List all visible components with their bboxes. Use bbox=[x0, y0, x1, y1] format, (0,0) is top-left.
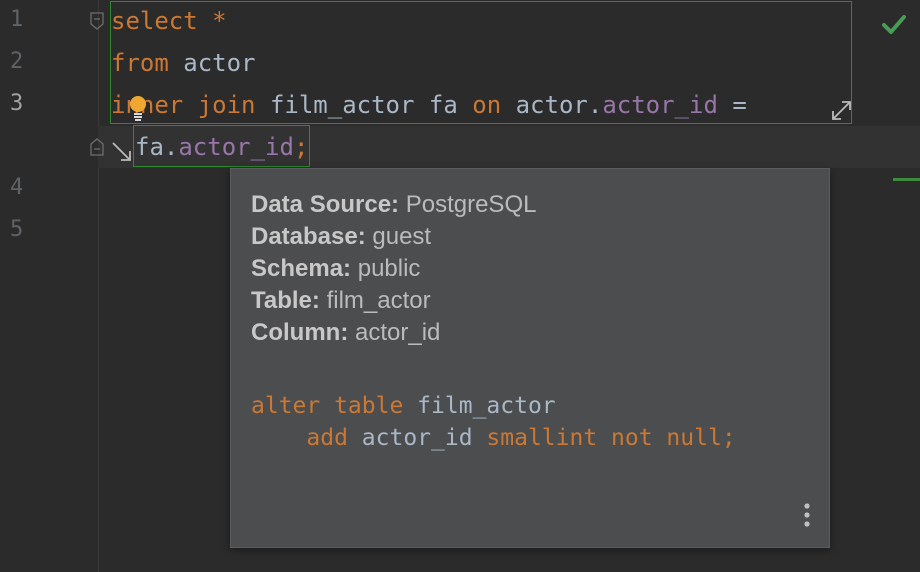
info-value: actor_id bbox=[354, 319, 441, 346]
info-label: Column: bbox=[251, 319, 349, 346]
fold-start-icon[interactable] bbox=[89, 12, 105, 30]
info-value: PostgreSQL bbox=[405, 191, 537, 218]
line-number: 1 bbox=[10, 7, 24, 32]
info-column: Column: actor_id bbox=[251, 319, 440, 347]
check-icon bbox=[882, 15, 906, 34]
quick-doc-popup: Data Source: PostgreSQL Database: guest … bbox=[230, 168, 830, 548]
intention-bulb-icon[interactable] bbox=[127, 95, 149, 123]
line-number: 2 bbox=[10, 49, 24, 74]
info-value: public bbox=[357, 255, 421, 282]
text-token: film_actor bbox=[403, 393, 556, 419]
expand-arrow-icon[interactable] bbox=[830, 98, 854, 122]
text-token: actor. bbox=[501, 91, 603, 119]
continuation-arrow-icon bbox=[112, 142, 131, 161]
keyword-token: from bbox=[111, 49, 169, 77]
fold-end-icon[interactable] bbox=[89, 138, 105, 156]
code-line[interactable]: from actor bbox=[111, 47, 256, 79]
info-label: Table: bbox=[251, 287, 320, 314]
keyword-token: on bbox=[472, 91, 502, 119]
keyword-token: * bbox=[212, 7, 227, 35]
line-number: 4 bbox=[10, 175, 24, 200]
line-number: 3 bbox=[10, 91, 24, 116]
ddl-line: alter table film_actor bbox=[251, 393, 556, 419]
info-database: Database: guest bbox=[251, 223, 431, 251]
text-token: actor bbox=[168, 49, 256, 77]
code-line[interactable]: inner join film_actor fa on actor.actor_… bbox=[111, 89, 747, 121]
keyword-token: alter table bbox=[251, 393, 404, 419]
info-label: Database: bbox=[251, 223, 366, 250]
text-token: = bbox=[717, 91, 747, 119]
ddl-line: add actor_id smallint not null; bbox=[251, 425, 736, 451]
text-token: film_actor fa bbox=[255, 91, 473, 119]
info-data-source: Data Source: PostgreSQL bbox=[251, 191, 536, 219]
more-vertical-icon[interactable] bbox=[803, 502, 811, 530]
column-token: actor_id bbox=[178, 133, 294, 161]
info-label: Data Source: bbox=[251, 191, 400, 218]
keyword-token: ; bbox=[293, 133, 309, 161]
scrollbar-change-marker bbox=[893, 178, 920, 181]
info-table: Table: film_actor bbox=[251, 287, 431, 315]
line-number: 5 bbox=[10, 217, 24, 242]
text-token: actor_id bbox=[347, 425, 487, 451]
info-value: film_actor bbox=[326, 287, 431, 314]
info-value: guest bbox=[372, 223, 432, 250]
code-line[interactable]: fa.actor_id; bbox=[135, 131, 308, 163]
column-token: actor_id bbox=[602, 91, 718, 119]
code-line[interactable]: select * bbox=[111, 5, 227, 37]
info-schema: Schema: public bbox=[251, 255, 420, 283]
keyword-token: select bbox=[111, 7, 198, 35]
editor-gutter: 1 2 3 4 5 bbox=[0, 0, 99, 572]
keyword-token: add bbox=[306, 425, 348, 451]
text-token: fa. bbox=[135, 133, 179, 161]
keyword-token: smallint not null; bbox=[486, 425, 736, 451]
info-label: Schema: bbox=[251, 255, 352, 282]
